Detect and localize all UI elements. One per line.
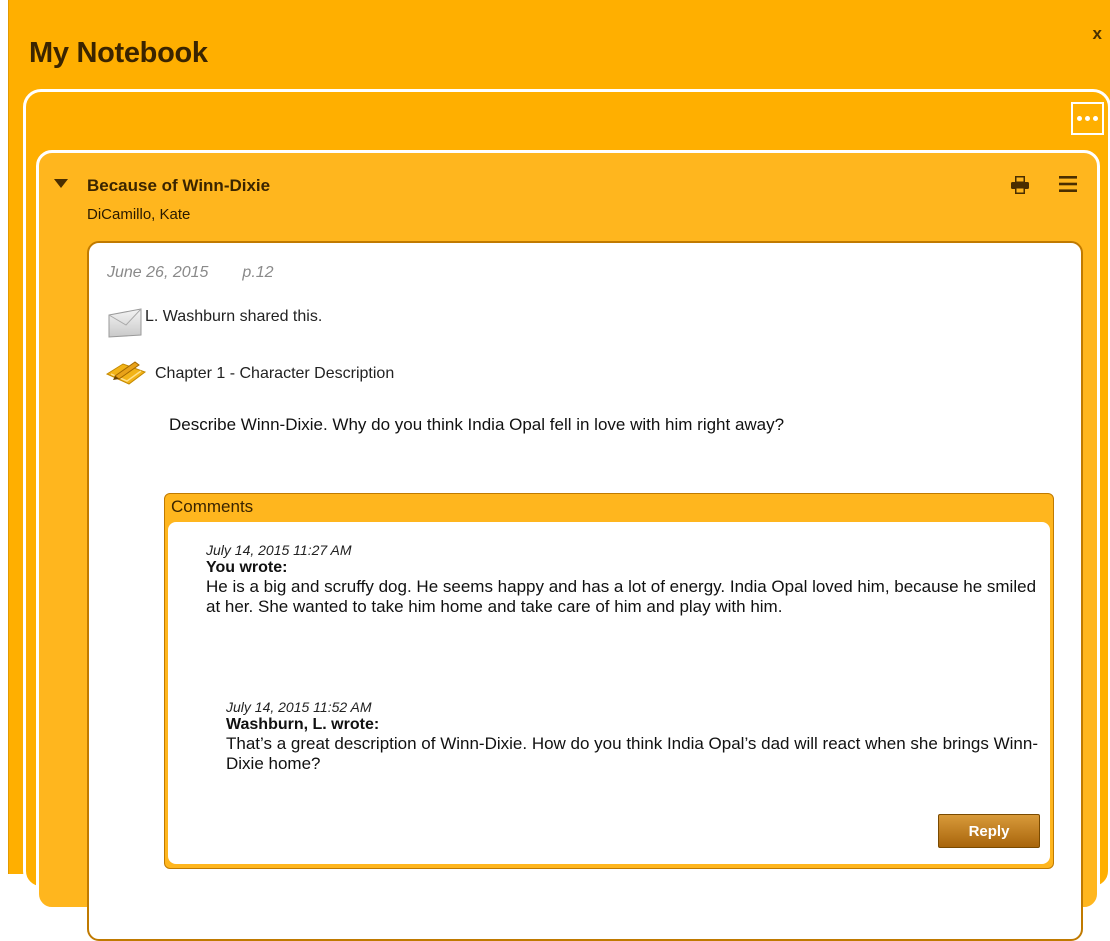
note-card: June 26, 2015 p.12 L. Washburn shared thi… xyxy=(87,241,1083,941)
more-options-button[interactable] xyxy=(1071,102,1104,135)
comment-text: That’s a great description of Winn-Dixie… xyxy=(226,734,1038,773)
comment-author: Washburn, L. wrote: xyxy=(226,716,380,733)
comments-header: Comments xyxy=(171,497,254,516)
comment-timestamp: July 14, 2015 11:52 AM xyxy=(226,699,372,715)
notebook-panel: Because of Winn-Dixie DiCamillo, Kate Ju… xyxy=(23,89,1110,941)
comment-author: You wrote: xyxy=(206,559,288,576)
close-icon[interactable]: x xyxy=(1093,25,1102,42)
menu-icon[interactable] xyxy=(1058,175,1078,193)
note-date: June 26, 2015 xyxy=(107,264,209,281)
note-meta: June 26, 2015 p.12 xyxy=(107,264,274,282)
envelope-icon xyxy=(108,308,142,338)
book-title[interactable]: Because of Winn-Dixie xyxy=(87,176,270,196)
comment-timestamp: July 14, 2015 11:27 AM xyxy=(206,542,352,558)
comments-section: Comments July 14, 2015 11:27 AM You wrot… xyxy=(164,493,1054,869)
comment-item: July 14, 2015 11:52 AM Washburn, L. wrot… xyxy=(226,699,1046,773)
comment-item: July 14, 2015 11:27 AM You wrote: He is … xyxy=(206,542,1050,616)
comment-text: He is a big and scruffy dog. He seems ha… xyxy=(206,577,1037,616)
more-options-icon xyxy=(1085,116,1090,121)
pencil-note-icon xyxy=(105,361,147,385)
notebook-window: My Notebook x Because of Winn-Dixie DiCa… xyxy=(8,0,1110,941)
comments-list: July 14, 2015 11:27 AM You wrote: He is … xyxy=(168,522,1050,864)
collapse-triangle-icon[interactable] xyxy=(54,179,68,188)
more-options-icon xyxy=(1077,116,1082,121)
book-author: DiCamillo, Kate xyxy=(87,206,191,223)
print-icon[interactable] xyxy=(1010,175,1030,195)
reply-button[interactable]: Reply xyxy=(938,814,1040,848)
prompt-text: Describe Winn-Dixie. Why do you think In… xyxy=(169,415,785,434)
page-title: My Notebook xyxy=(29,37,208,69)
more-options-icon xyxy=(1093,116,1098,121)
book-section: Because of Winn-Dixie DiCamillo, Kate Ju… xyxy=(36,150,1100,941)
note-page: p.12 xyxy=(242,264,274,281)
chapter-title: Chapter 1 - Character Description xyxy=(155,365,395,382)
shared-by-text: L. Washburn shared this. xyxy=(145,308,323,325)
